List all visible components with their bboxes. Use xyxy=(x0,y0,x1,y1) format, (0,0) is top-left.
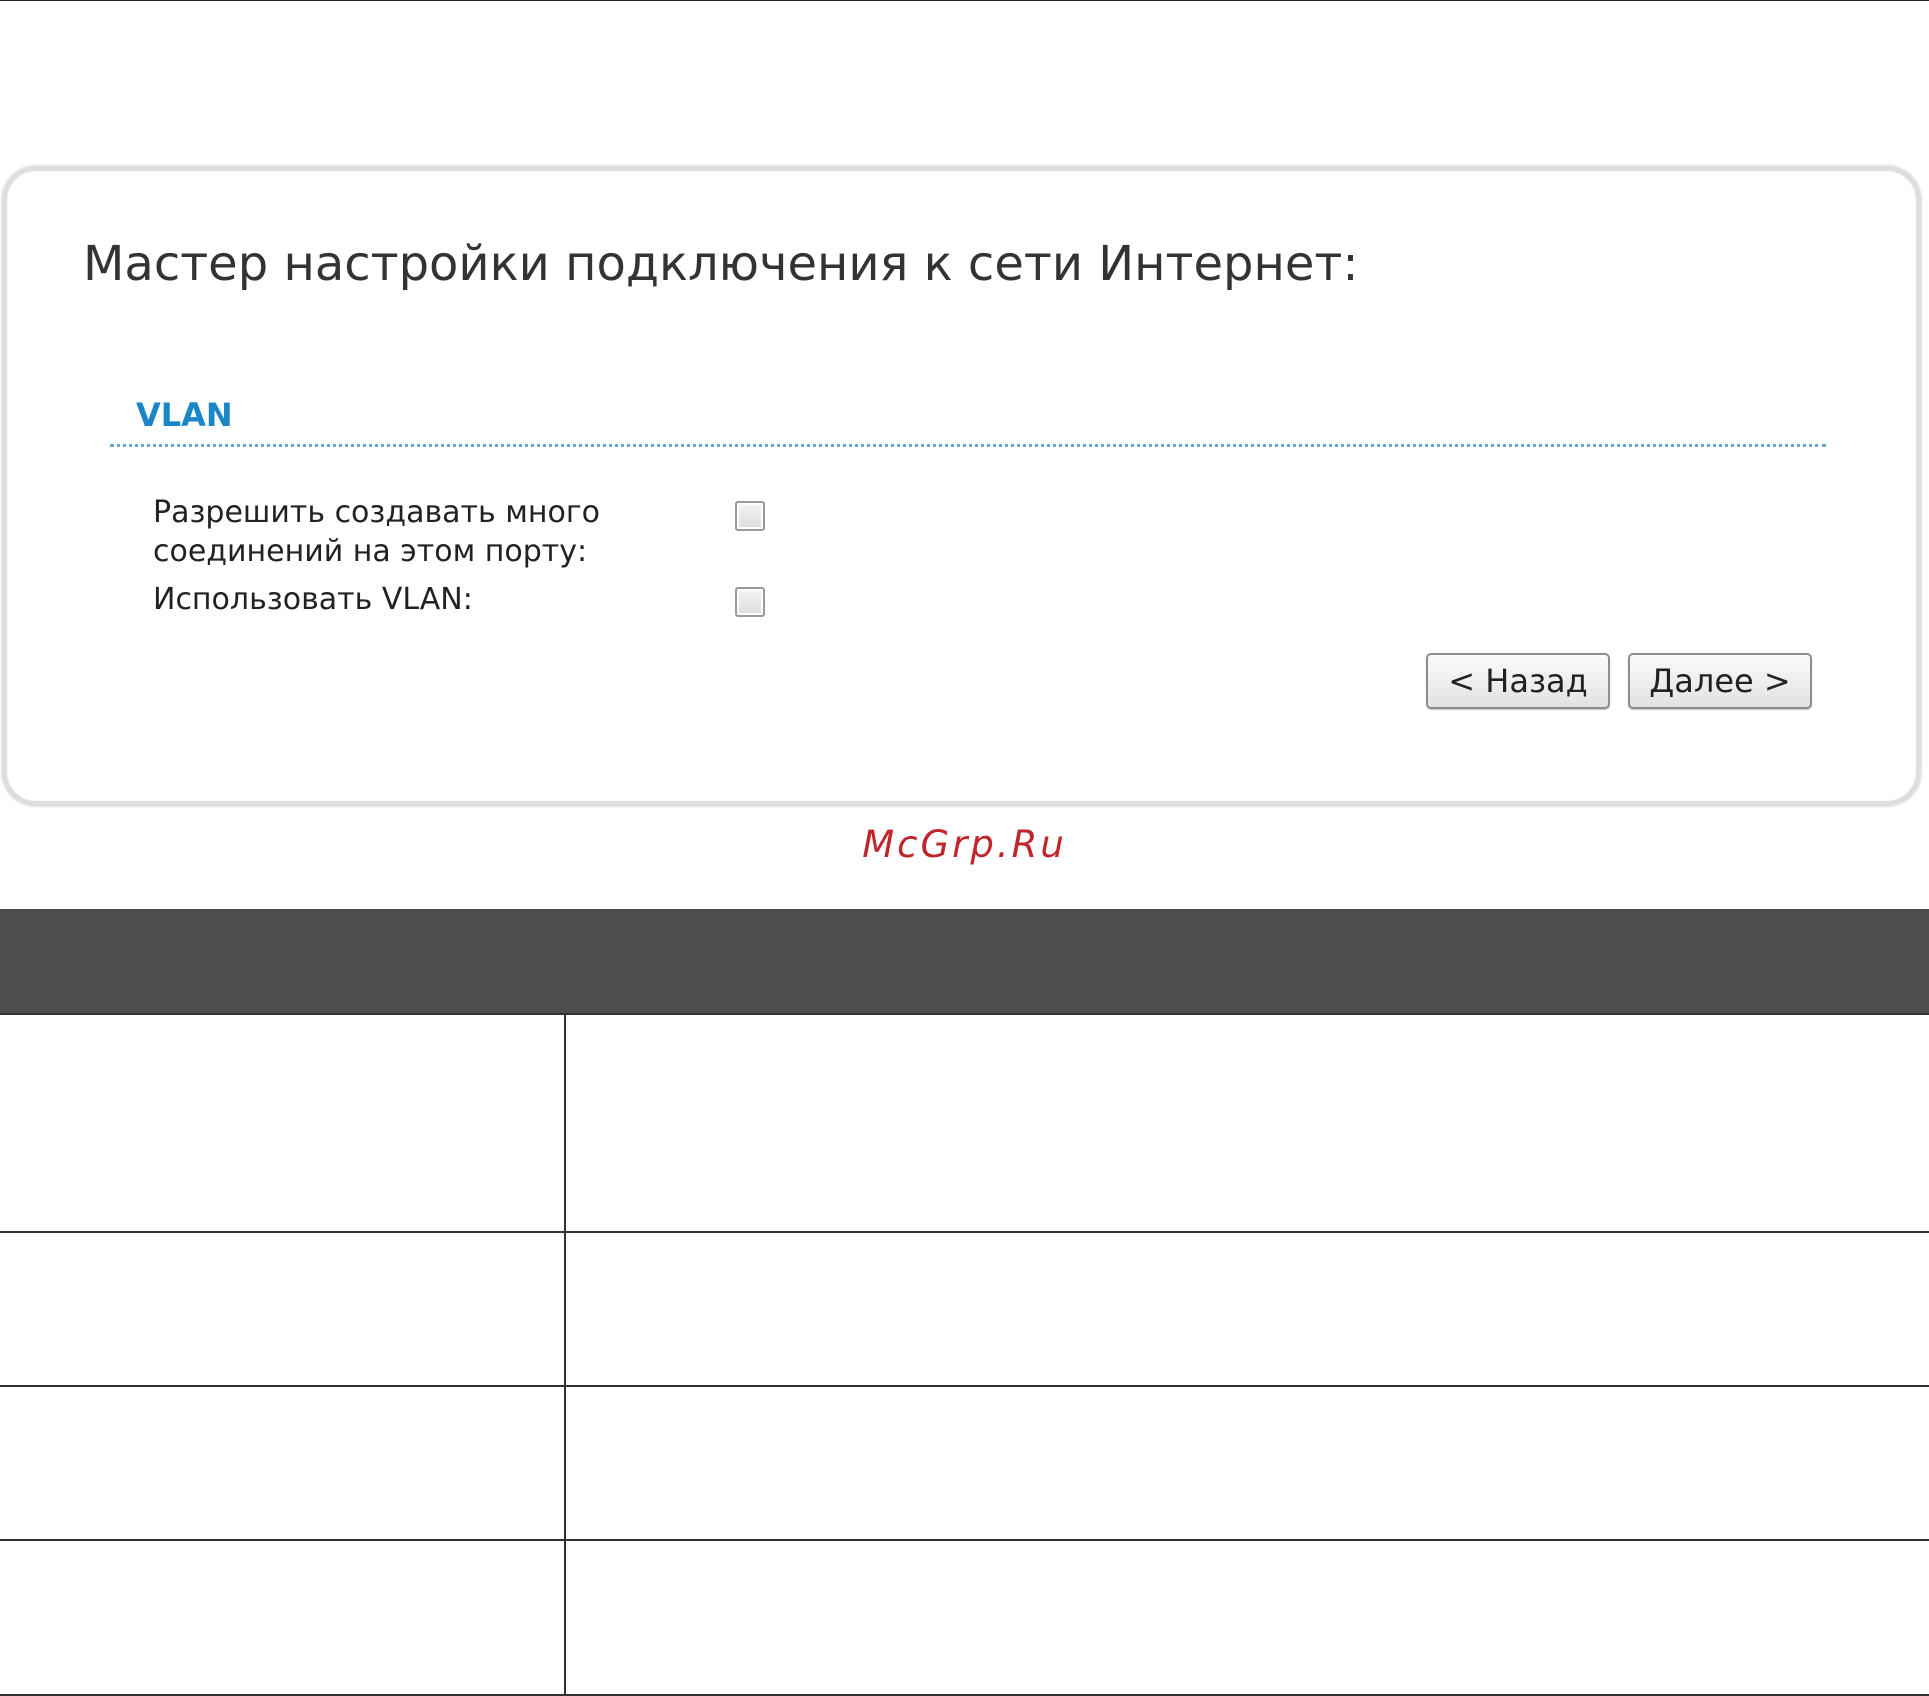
table-row xyxy=(0,1385,1929,1541)
wizard-title: Мастер настройки подключения к сети Инте… xyxy=(83,236,1359,292)
section-divider xyxy=(110,444,1826,447)
table-cell-description xyxy=(564,1231,1929,1387)
wizard-panel: Мастер настройки подключения к сети Инте… xyxy=(2,166,1921,806)
parameters-table xyxy=(0,909,1929,1696)
multi-connections-checkbox[interactable] xyxy=(735,501,765,531)
table-row xyxy=(0,1539,1929,1696)
table-cell-description xyxy=(564,1539,1929,1696)
table-cell-description xyxy=(564,1013,1929,1233)
table-cell-description xyxy=(564,1385,1929,1541)
use-vlan-checkbox[interactable] xyxy=(735,587,765,617)
watermark: McGrp.Ru xyxy=(862,823,1067,866)
use-vlan-label: Использовать VLAN: xyxy=(153,582,473,617)
multi-connections-label-line1: Разрешить создавать много xyxy=(153,495,600,530)
table-header-description xyxy=(565,909,1929,1014)
table-cell-parameter xyxy=(0,1013,566,1233)
table-row xyxy=(0,1231,1929,1387)
top-rule xyxy=(0,0,1929,1)
next-button[interactable]: Далее > xyxy=(1628,653,1812,709)
table-header-parameter xyxy=(0,909,565,1014)
table-cell-parameter xyxy=(0,1231,566,1387)
table-cell-parameter xyxy=(0,1385,566,1541)
multi-connections-label: Разрешить создавать много соединений на … xyxy=(153,493,753,571)
multi-connections-label-line2: соединений на этом порту: xyxy=(153,534,588,569)
table-cell-parameter xyxy=(0,1539,566,1696)
table-header-row xyxy=(0,909,1929,1014)
section-title-vlan: VLAN xyxy=(136,396,233,434)
table-row xyxy=(0,1013,1929,1233)
back-button[interactable]: < Назад xyxy=(1426,653,1610,709)
